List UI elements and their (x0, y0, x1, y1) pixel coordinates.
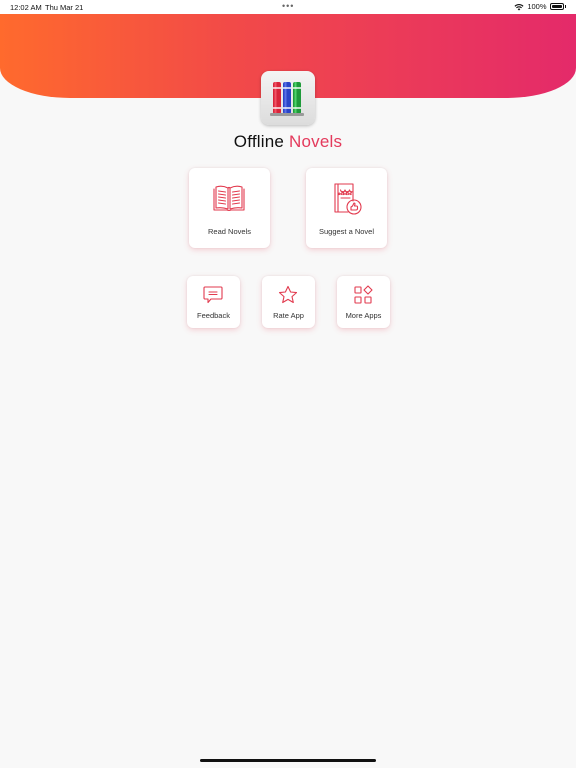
more-apps-button[interactable]: More Apps (337, 276, 390, 328)
app-title: Offline Novels (0, 132, 576, 152)
suggest-novel-button[interactable]: Suggest a Novel (306, 168, 387, 248)
battery-tip (564, 5, 566, 8)
app-title-part2: Novels (289, 132, 343, 151)
read-novels-label: Read Novels (208, 227, 251, 236)
apps-grid-icon (354, 285, 373, 304)
books-logo-icon (270, 82, 304, 116)
status-right: 100% (514, 2, 566, 11)
more-apps-label: More Apps (345, 311, 382, 320)
chat-bubble-icon (203, 286, 223, 304)
book-suggest-icon (334, 183, 362, 215)
status-date: Thu Mar 21 (45, 3, 84, 12)
feedback-label: Feedback (197, 311, 230, 320)
rate-app-label: Rate App (273, 311, 304, 320)
app-logo (261, 71, 315, 125)
battery-percent: 100% (527, 2, 547, 11)
suggest-novel-label: Suggest a Novel (318, 227, 375, 236)
wifi-icon (514, 3, 524, 10)
battery-icon (549, 3, 564, 10)
status-time: 12:02 AM (10, 3, 42, 12)
home-indicator[interactable] (200, 759, 376, 762)
read-novels-button[interactable]: Read Novels (189, 168, 270, 248)
feedback-button[interactable]: Feedback (187, 276, 240, 328)
open-book-icon (213, 185, 245, 212)
app-title-part1: Offline (233, 132, 285, 151)
rate-app-button[interactable]: Rate App (262, 276, 315, 328)
multitask-dots[interactable]: ••• (282, 2, 294, 11)
star-icon (278, 285, 298, 304)
status-bar: 12:02 AM Thu Mar 21 ••• 100% (0, 0, 576, 14)
